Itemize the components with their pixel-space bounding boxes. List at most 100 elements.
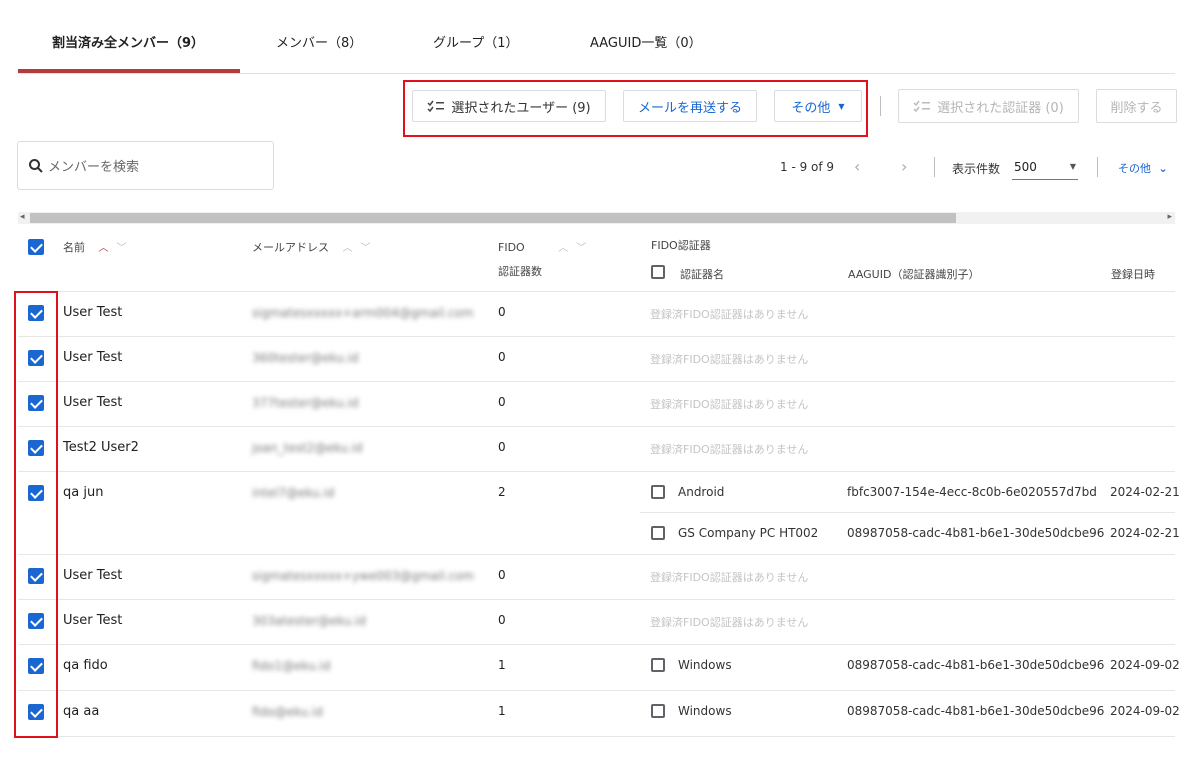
authenticator-name: GS Company PC HT002 — [678, 526, 819, 540]
member-email: 377tester@eku.id — [252, 396, 359, 410]
delete-label: 削除する — [1110, 100, 1163, 116]
pagination-range: 1 - 9 of 9 — [780, 160, 835, 174]
member-email: sigmatesxxxxx+ywe003@gmail.com — [252, 569, 475, 583]
row-divider — [18, 690, 1175, 691]
row-divider — [18, 644, 1175, 645]
fido-count: 2 — [498, 485, 506, 499]
more-actions-label: その他 — [791, 100, 831, 116]
header-aaguid: AAGUID（認証器識別子） — [848, 268, 980, 281]
selected-users-label: 選択されたユーザー (9) — [451, 100, 591, 116]
more-options-label: その他 — [1118, 162, 1151, 175]
scrollbar-thumb[interactable] — [30, 213, 956, 223]
member-email: fido1@eku.id — [252, 659, 331, 673]
chevron-down-icon: ⌄ — [1158, 162, 1168, 175]
row-divider — [18, 599, 1175, 600]
fido-count: 1 — [498, 704, 506, 718]
search-placeholder: メンバーを検索 — [48, 160, 140, 175]
member-email: 303atester@eku.id — [252, 614, 366, 628]
checklist-icon — [913, 100, 931, 112]
horizontal-scrollbar[interactable]: ◂ ▸ — [18, 212, 1175, 224]
authenticator-name: Windows — [678, 704, 732, 718]
no-authenticators-text: 登録済FIDO認証器はありません — [650, 571, 809, 584]
sort-asc-icon[interactable]: ︿ — [343, 243, 361, 254]
resend-mail-label: メールを再送する — [637, 100, 742, 116]
caret-down-icon: ▼ — [1069, 162, 1076, 171]
authenticator-date: 2024-09-02 — [1110, 658, 1180, 672]
no-authenticators-text: 登録済FIDO認証器はありません — [650, 616, 809, 629]
delete-button[interactable]: 削除する — [1096, 89, 1177, 123]
scroll-right-icon[interactable]: ▸ — [1167, 212, 1172, 222]
no-authenticators-text: 登録済FIDO認証器はありません — [650, 443, 809, 456]
scroll-left-icon[interactable]: ◂ — [20, 212, 25, 222]
header-fido-count[interactable]: FIDO ︿﹀ — [498, 239, 594, 254]
row-divider — [18, 426, 1175, 427]
member-email: intel7@eku.id — [252, 486, 335, 500]
fido-count: 0 — [498, 613, 506, 627]
row-divider — [18, 291, 1175, 292]
member-name: User Test — [63, 395, 123, 410]
toolbar-separator — [880, 96, 881, 116]
pagination-separator — [1097, 157, 1098, 177]
authenticator-checkbox[interactable] — [651, 485, 665, 499]
authenticator-aaguid: 08987058-cadc-4b81-b6e1-30de50dcbe96 — [847, 704, 1105, 718]
tab-aaguid-list[interactable]: AAGUID一覧（0） — [590, 32, 702, 51]
header-fido-authenticators: FIDO認証器 — [651, 239, 711, 252]
checkbox-column-highlight — [14, 291, 58, 738]
caret-down-icon: ▼ — [838, 101, 845, 111]
header-registered-date: 登録日時 — [1111, 268, 1155, 281]
header-name[interactable]: 名前 ︿﹀ — [63, 239, 135, 255]
selected-authenticators-button[interactable]: 選択された認証器 (0) — [898, 89, 1079, 123]
fido-count: 0 — [498, 350, 506, 364]
search-icon — [28, 158, 48, 174]
per-page-value: 500 — [1014, 160, 1037, 174]
authenticator-aaguid: fbfc3007-154e-4ecc-8c0b-6e020557d7bd — [847, 485, 1097, 499]
tab-groups[interactable]: グループ（1） — [433, 32, 519, 51]
member-email: fido@eku.id — [252, 705, 323, 719]
member-name: User Test — [63, 305, 123, 320]
next-page-icon[interactable]: › — [901, 157, 907, 176]
authenticator-checkbox[interactable] — [651, 658, 665, 672]
row-divider — [18, 471, 1175, 472]
per-page-select[interactable]: 500 ▼ — [1012, 158, 1078, 180]
authenticator-date: 2024-09-02 — [1110, 704, 1180, 718]
fido-count: 0 — [498, 440, 506, 454]
authenticator-date: 2024-02-21 — [1110, 526, 1180, 540]
prev-page-icon[interactable]: ‹ — [854, 157, 860, 176]
select-all-checkbox[interactable] — [28, 239, 44, 255]
member-name: User Test — [63, 613, 123, 628]
checklist-icon — [427, 100, 445, 112]
fido-count: 0 — [498, 395, 506, 409]
header-fido-count-line2: 認証器数 — [498, 265, 542, 278]
fido-count: 0 — [498, 305, 506, 319]
member-email: sigmatesxxxxx+arm004@gmail.com — [252, 306, 474, 320]
authenticator-name: Windows — [678, 658, 732, 672]
selected-authenticators-label: 選択された認証器 (0) — [937, 100, 1064, 116]
authenticator-checkbox[interactable] — [651, 526, 665, 540]
header-email[interactable]: メールアドレス ︿﹀ — [252, 239, 379, 255]
selected-users-button[interactable]: 選択されたユーザー (9) — [412, 90, 606, 122]
tab-members[interactable]: メンバー（8） — [276, 32, 362, 51]
per-page-label: 表示件数 — [952, 162, 1001, 176]
tab-all-members[interactable]: 割当済み全メンバー（9） — [52, 32, 204, 51]
sort-desc-icon[interactable]: ﹀ — [576, 243, 594, 254]
authenticator-name: Android — [678, 485, 725, 499]
no-authenticators-text: 登録済FIDO認証器はありません — [650, 308, 809, 321]
resend-mail-button[interactable]: メールを再送する — [623, 90, 757, 122]
member-email: 360tester@eku.id — [252, 351, 359, 365]
member-name: Test2 User2 — [63, 440, 139, 455]
search-input[interactable]: メンバーを検索 — [17, 141, 274, 190]
more-actions-button[interactable]: その他 ▼ — [774, 90, 862, 122]
row-divider — [18, 736, 1175, 737]
no-authenticators-text: 登録済FIDO認証器はありません — [650, 398, 809, 411]
sort-desc-icon[interactable]: ﹀ — [117, 243, 135, 254]
pagination-separator — [934, 157, 935, 177]
authenticator-aaguid: 08987058-cadc-4b81-b6e1-30de50dcbe96 — [847, 658, 1105, 672]
sort-asc-icon[interactable]: ︿ — [558, 243, 576, 254]
select-all-authenticators-checkbox[interactable] — [651, 265, 665, 279]
sort-desc-icon[interactable]: ﹀ — [361, 243, 379, 254]
sort-asc-icon[interactable]: ︿ — [99, 243, 117, 254]
fido-count: 0 — [498, 568, 506, 582]
authenticator-checkbox[interactable] — [651, 704, 665, 718]
fido-count: 1 — [498, 658, 506, 672]
more-options-button[interactable]: その他 ⌄ — [1118, 160, 1168, 176]
